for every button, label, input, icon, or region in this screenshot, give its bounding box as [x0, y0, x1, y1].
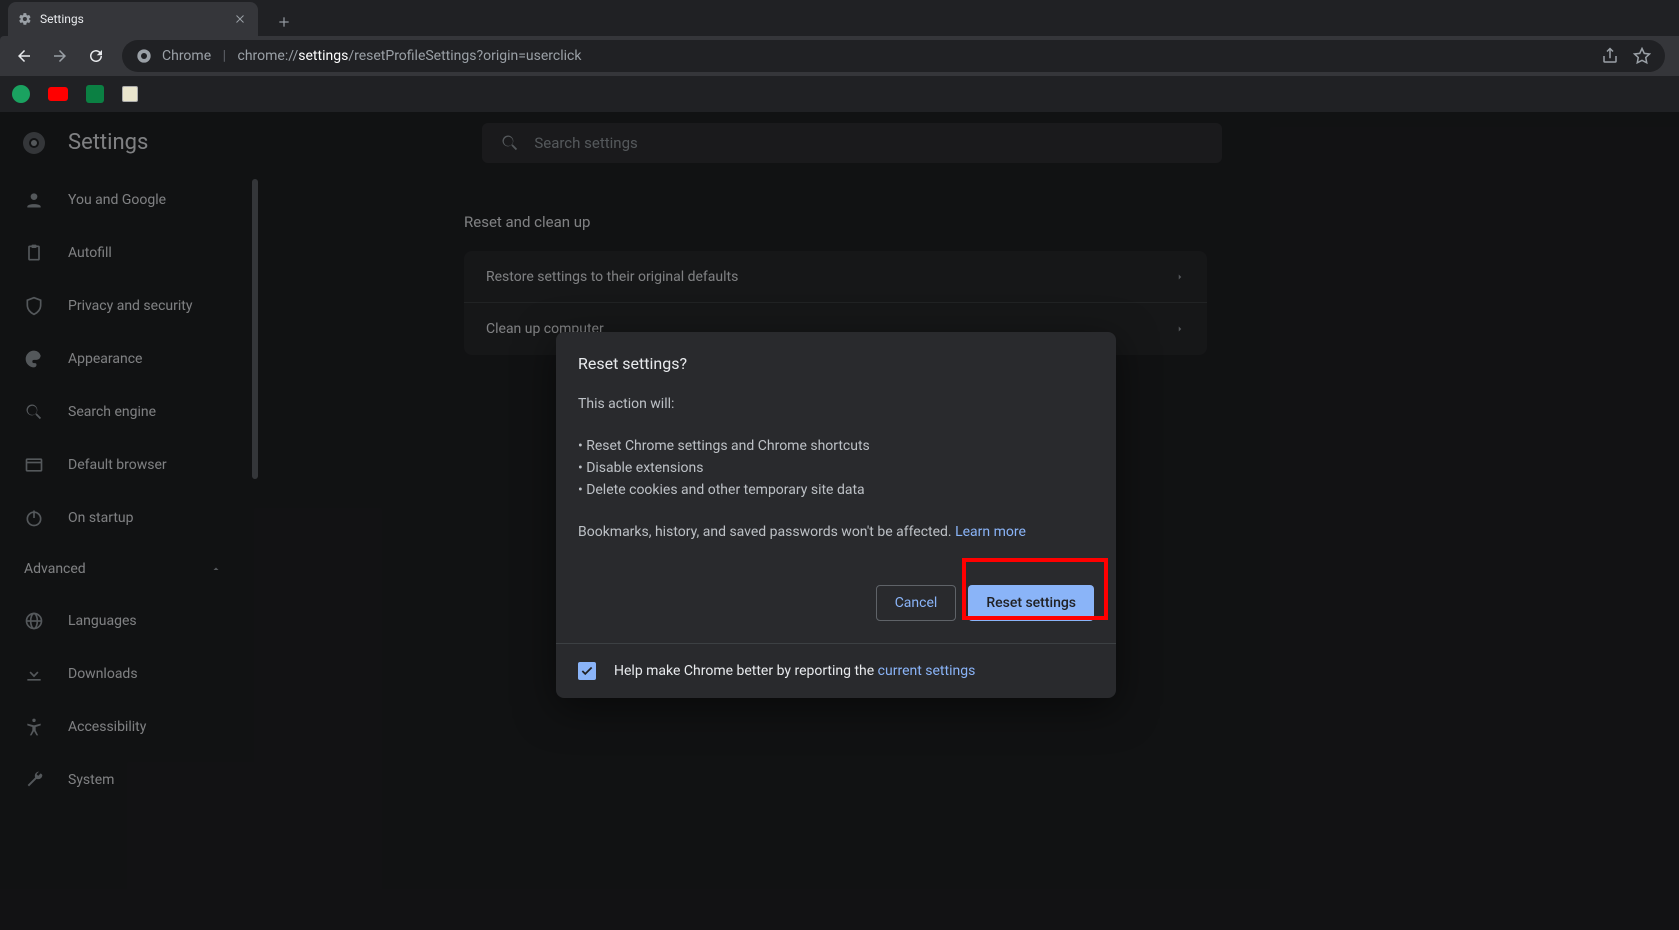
green-square-icon[interactable]	[86, 85, 104, 103]
bookmark-star-icon[interactable]	[1633, 47, 1651, 65]
current-settings-link[interactable]: current settings	[878, 663, 976, 679]
forward-button[interactable]	[44, 40, 76, 72]
dialog-intro: This action will:	[578, 393, 1094, 415]
dialog-title: Reset settings?	[578, 354, 1094, 373]
browser-toolbar: Chrome | chrome://settings/resetProfileS…	[0, 36, 1679, 76]
tab-strip: Settings	[0, 0, 1679, 36]
goodreads-icon[interactable]	[122, 86, 138, 102]
dialog-bullets: • Reset Chrome settings and Chrome short…	[578, 435, 1094, 501]
gear-icon	[18, 12, 32, 26]
youtube-icon[interactable]	[48, 87, 68, 101]
back-button[interactable]	[8, 40, 40, 72]
reset-settings-button[interactable]: Reset settings	[968, 585, 1094, 621]
share-icon[interactable]	[1601, 47, 1619, 65]
close-tab-icon[interactable]	[232, 11, 248, 27]
cancel-button[interactable]: Cancel	[876, 585, 957, 621]
help-report-checkbox[interactable]	[578, 662, 596, 680]
green-circle-icon[interactable]	[12, 85, 30, 103]
help-report-text: Help make Chrome better by reporting the…	[614, 663, 975, 679]
new-tab-button[interactable]	[270, 8, 298, 36]
url-text: Chrome | chrome://settings/resetProfileS…	[162, 48, 581, 64]
tab-title: Settings	[40, 12, 84, 26]
address-bar[interactable]: Chrome | chrome://settings/resetProfileS…	[122, 40, 1665, 72]
bookmarks-bar	[0, 76, 1679, 112]
learn-more-link[interactable]: Learn more	[955, 524, 1026, 540]
dialog-footer-text: Bookmarks, history, and saved passwords …	[578, 521, 1094, 543]
chrome-site-icon	[136, 48, 152, 64]
browser-tab[interactable]: Settings	[8, 2, 258, 36]
reload-button[interactable]	[80, 40, 112, 72]
reset-settings-dialog: Reset settings? This action will: • Rese…	[556, 332, 1116, 698]
